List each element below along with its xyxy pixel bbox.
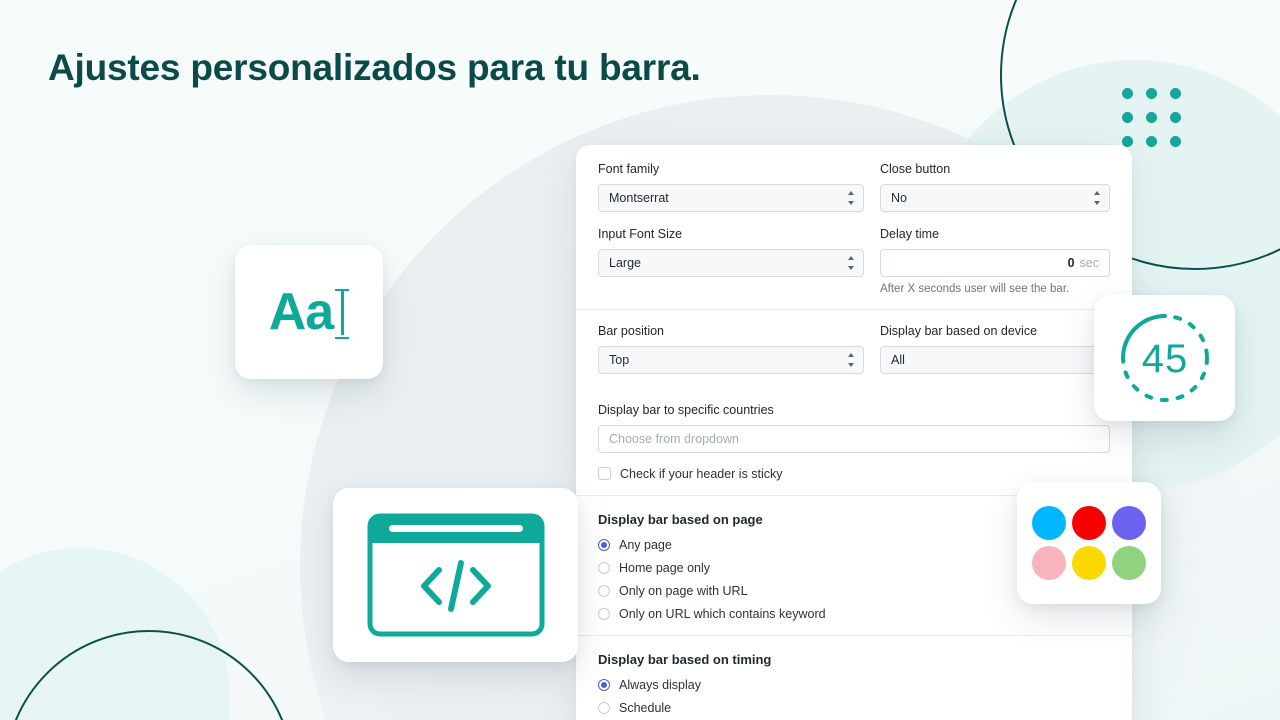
dot-grid-icon xyxy=(1122,88,1181,147)
text-cursor-icon xyxy=(335,289,350,339)
field-label: Bar position xyxy=(598,323,665,338)
radio-url-contains-keyword[interactable]: Only on URL which contains keyword xyxy=(598,607,1110,621)
promo-screenshot: Ajustes personalizados para tu barra. Fo… xyxy=(0,0,1280,720)
sticky-header-checkbox-row[interactable]: Check if your header is sticky xyxy=(598,467,1110,481)
font-family-value: Montserrat xyxy=(609,190,669,205)
radio-icon[interactable] xyxy=(598,701,610,714)
field-specific-countries: Display bar to specific countries Choose… xyxy=(598,402,1110,453)
font-family-select[interactable]: Montserrat xyxy=(598,183,864,212)
bar-position-value: Top xyxy=(609,352,630,367)
radio-label: Schedule xyxy=(619,700,672,715)
radio-label: Always display xyxy=(619,677,701,692)
chevron-updown-icon xyxy=(847,255,855,270)
field-label: Close button xyxy=(880,162,951,176)
chevron-updown-icon xyxy=(1093,190,1101,205)
radio-label: Home page only xyxy=(619,560,711,575)
field-label: Delay time xyxy=(880,226,940,241)
timer-dashed-circle-icon: 45 xyxy=(1120,314,1209,402)
field-bar-position: Bar position Top xyxy=(598,323,864,374)
bar-position-select[interactable]: Top xyxy=(598,345,864,374)
aa-sample-text: Aa xyxy=(268,283,334,341)
radio-icon[interactable] xyxy=(598,561,610,574)
swatch-green[interactable] xyxy=(1112,546,1146,580)
code-browser-window-icon xyxy=(367,513,544,637)
radio-icon[interactable] xyxy=(598,678,610,691)
field-display-device: Display bar based on device All xyxy=(880,323,1110,388)
radio-label: Only on page with URL xyxy=(619,583,748,598)
delay-time-helper-text: After X seconds user will see the bar. xyxy=(880,282,1070,295)
close-button-value: No xyxy=(891,190,907,205)
swatch-cyan[interactable] xyxy=(1032,506,1066,540)
background-mint-circle-bottom-left xyxy=(0,548,230,720)
field-label: Font family xyxy=(598,162,660,176)
delay-time-value: 0 xyxy=(1067,255,1075,270)
input-font-size-select[interactable]: Large xyxy=(598,248,864,277)
color-swatches-icon xyxy=(1032,506,1146,580)
card-timer: 45 xyxy=(1094,295,1235,421)
page-title: Ajustes personalizados para tu barra. xyxy=(48,47,701,88)
field-label: Input Font Size xyxy=(598,226,683,241)
timer-value: 45 xyxy=(1141,337,1188,381)
display-device-value: All xyxy=(891,352,905,367)
delay-time-unit: sec xyxy=(1079,255,1099,270)
panel-section-typography: Font family Montserrat Close button No I… xyxy=(576,145,1132,309)
input-font-size-value: Large xyxy=(609,255,641,270)
background-ring-bottom-left xyxy=(4,630,294,720)
panel-section-display-timing: Display bar based on timing Always displ… xyxy=(576,636,1132,720)
swatch-yellow[interactable] xyxy=(1072,546,1106,580)
specific-countries-placeholder: Choose from dropdown xyxy=(609,431,739,446)
radio-schedule[interactable]: Schedule xyxy=(598,701,1110,715)
display-device-select[interactable]: All xyxy=(880,345,1110,374)
radio-icon[interactable] xyxy=(598,584,610,597)
card-color-swatches xyxy=(1017,482,1161,604)
chevron-updown-icon xyxy=(847,190,855,205)
chevron-updown-icon xyxy=(847,352,855,367)
radio-icon[interactable] xyxy=(598,538,610,551)
delay-time-input[interactable]: 0 sec xyxy=(880,248,1110,277)
sticky-header-label: Check if your header is sticky xyxy=(620,466,783,481)
close-button-select[interactable]: No xyxy=(880,183,1110,212)
field-delay-time: Delay time 0 sec After X seconds user wi… xyxy=(880,226,1110,295)
field-label: Display bar based on device xyxy=(880,323,1038,338)
radio-label: Only on URL which contains keyword xyxy=(619,606,826,621)
radio-icon[interactable] xyxy=(598,607,610,620)
checkbox-icon[interactable] xyxy=(598,467,611,480)
radio-always-display[interactable]: Always display xyxy=(598,678,1110,692)
swatch-purple[interactable] xyxy=(1112,506,1146,540)
swatch-pink[interactable] xyxy=(1032,546,1066,580)
display-timing-title: Display bar based on timing xyxy=(598,651,772,667)
field-label: Display bar to specific countries xyxy=(598,402,774,417)
card-code xyxy=(333,488,578,662)
settings-panel: Font family Montserrat Close button No I… xyxy=(576,145,1132,720)
field-input-font-size: Input Font Size Large xyxy=(598,226,864,281)
card-typography: Aa xyxy=(235,245,383,379)
specific-countries-input[interactable]: Choose from dropdown xyxy=(598,424,1110,453)
field-close-button: Close button No xyxy=(880,161,1110,212)
field-font-family: Font family Montserrat xyxy=(598,161,864,212)
panel-section-targeting: Bar position Top Display bar based on de… xyxy=(576,310,1132,495)
swatch-red[interactable] xyxy=(1072,506,1106,540)
radio-label: Any page xyxy=(619,537,672,552)
